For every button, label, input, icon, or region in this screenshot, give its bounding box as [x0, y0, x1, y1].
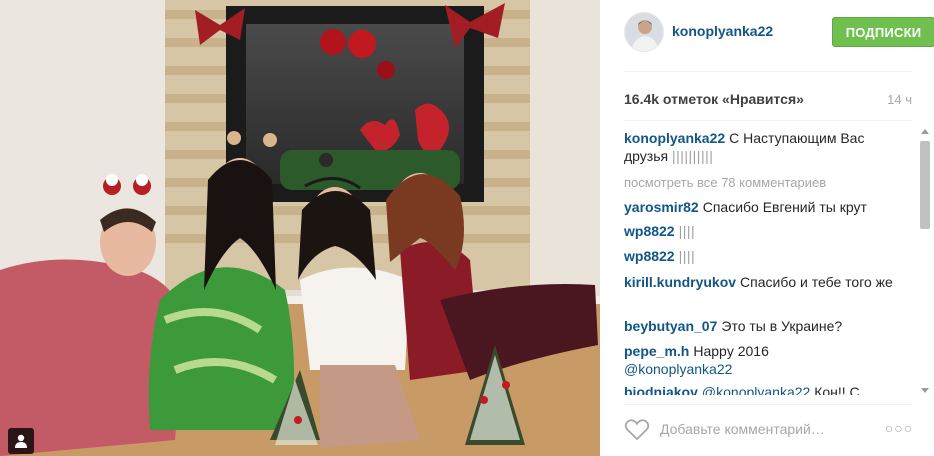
comment-username[interactable]: beybutyan_07 — [624, 318, 717, 334]
avatar[interactable] — [624, 12, 664, 52]
comment-item: beybutyan_07 Это ты в Украине? — [624, 317, 894, 335]
comment-text: Happy 2016 — [693, 343, 769, 359]
comment-item: wp8822 |||| — [624, 222, 894, 240]
comment-username[interactable]: pepe_m.h — [624, 343, 689, 359]
post-photo[interactable] — [0, 0, 600, 456]
comment-username[interactable]: yarosmir82 — [624, 199, 699, 215]
comment-username[interactable]: kirill.kundryukov — [624, 274, 736, 290]
like-button[interactable] — [624, 418, 650, 442]
comment-divider — [624, 404, 912, 405]
comment-username[interactable]: biodniakov — [624, 384, 698, 395]
avatar-image — [625, 13, 663, 51]
view-all-comments-link[interactable]: посмотреть все 78 комментариев — [624, 175, 826, 190]
likes-row: 16.4k отметок «Нравится» 14 ч — [624, 91, 912, 111]
scroll-down-arrow-icon[interactable] — [921, 388, 929, 393]
comment-username[interactable]: wp8822 — [624, 223, 675, 239]
comment-username[interactable]: wp8822 — [624, 248, 675, 264]
comment-item: wp8822 |||| — [624, 247, 894, 265]
caption-bars: |||||||||| — [671, 148, 714, 164]
post-age[interactable]: 14 ч — [887, 92, 912, 107]
follow-button[interactable]: ПОДПИСКИ — [832, 17, 934, 47]
more-options-button[interactable]: ○○○ — [884, 420, 914, 438]
scroll-up-arrow-icon[interactable] — [921, 129, 929, 134]
comment-text: Это ты в Украине? — [721, 318, 843, 334]
comment-mention[interactable]: @konoplyanka22 — [702, 384, 810, 395]
header-username[interactable]: konoplyanka22 — [672, 23, 773, 39]
comment-text: Спасибо Евгений ты крут — [702, 199, 867, 215]
ellipsis-icon: ○○○ — [884, 420, 914, 436]
comments-scrollbar[interactable] — [918, 127, 932, 395]
comment-input[interactable] — [660, 418, 880, 440]
comment-mention[interactable]: @konoplyanka22 — [624, 361, 732, 377]
person-icon — [15, 434, 27, 448]
caption-username[interactable]: konoplyanka22 — [624, 130, 725, 146]
scrollbar-thumb[interactable] — [920, 141, 930, 229]
post-header: konoplyanka22 ПОДПИСКИ — [624, 12, 934, 52]
comment-text: Спасибо и тебе того же — [740, 274, 893, 290]
photo-illustration — [0, 0, 600, 456]
caption: konoplyanka22 С Наступающим Вас друзья ||… — [624, 129, 894, 165]
comments-list[interactable]: konoplyanka22 С Наступающим Вас друзья ||… — [624, 127, 914, 395]
heart-outline-icon — [624, 419, 650, 441]
comment-text: |||| — [678, 223, 696, 239]
comment-text: Кон!! С — [814, 384, 860, 395]
user-tag-button[interactable] — [8, 428, 34, 454]
comment-item: pepe_m.h Happy 2016 @konoplyanka22 — [624, 342, 894, 378]
comment-item: biodniakov @konoplyanka22 Кон!! С — [624, 383, 894, 395]
likes-divider — [624, 120, 912, 121]
comment-text: |||| — [678, 248, 696, 264]
header-divider — [624, 71, 912, 72]
comment-item: kirill.kundryukov Спасибо и тебе того же — [624, 273, 894, 291]
comment-item: yarosmir82 Спасибо Евгений ты крут — [624, 198, 894, 216]
likes-count[interactable]: 16.4k отметок «Нравится» — [624, 91, 804, 107]
